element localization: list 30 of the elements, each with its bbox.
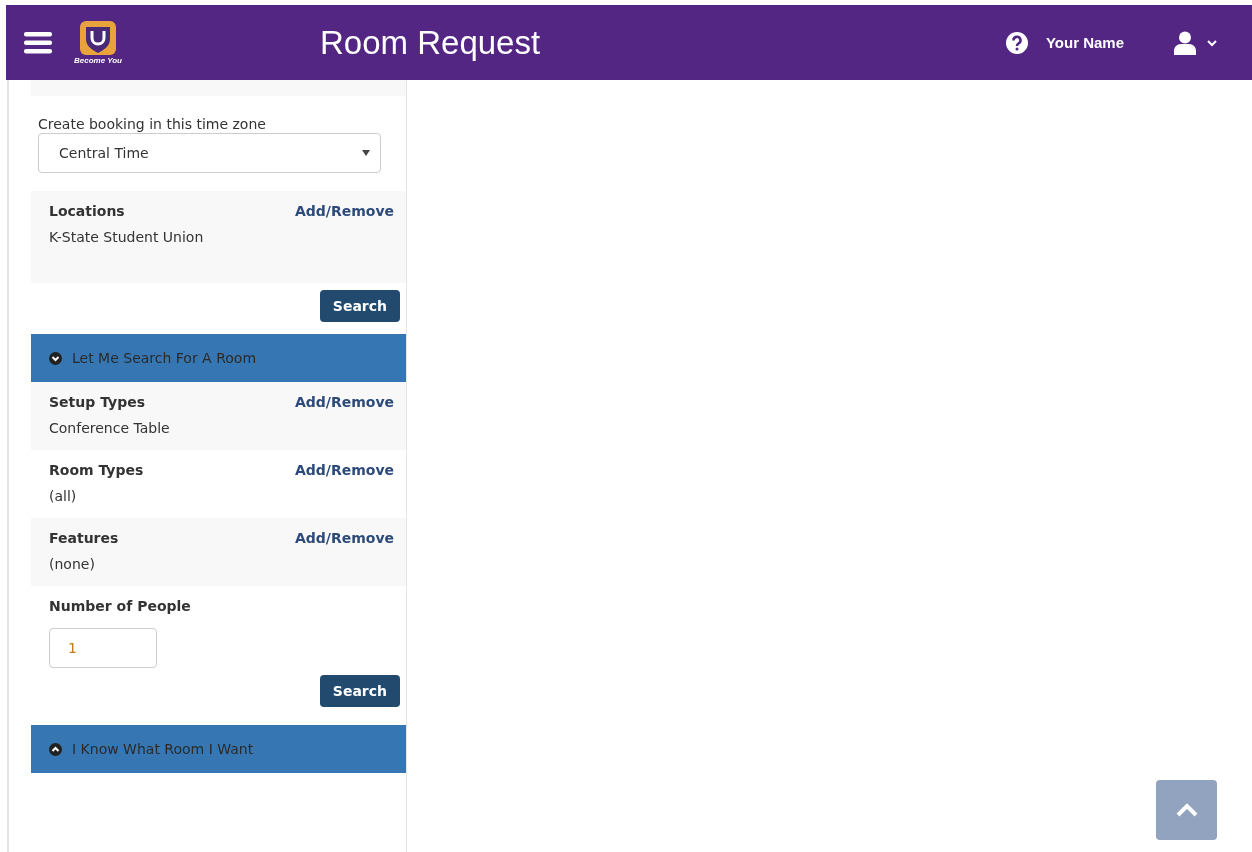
page-title: Room Request <box>320 23 541 62</box>
timezone-label: Create booking in this time zone <box>37 116 267 132</box>
add-remove-link[interactable]: Add/Remove <box>294 394 394 410</box>
logo-icon[interactable] <box>80 20 116 55</box>
caret-icon[interactable] <box>1206 38 1218 47</box>
add-remove-link[interactable]: Add/Remove <box>294 462 394 478</box>
timezone-select[interactable]: Central Time <box>38 133 381 173</box>
dropdown-caret-icon <box>362 150 370 156</box>
menu-icon[interactable] <box>24 31 52 54</box>
criteria-value: Conference Table <box>49 420 171 436</box>
scroll-top-button[interactable] <box>1156 780 1217 840</box>
user-name[interactable]: Your Name <box>1045 34 1124 51</box>
criteria-value: (none) <box>49 556 96 572</box>
chevron-up-icon <box>49 742 62 756</box>
search-button[interactable]: Search <box>319 290 400 322</box>
criteria-label: Locations <box>49 203 125 219</box>
logo-caption: Become You <box>74 55 122 65</box>
user-icon[interactable] <box>1174 30 1196 55</box>
criteria-value: (all) <box>49 488 78 504</box>
chevron-down-icon <box>49 351 62 365</box>
criteria-label: Setup Types <box>49 394 145 410</box>
criteria-label: Room Types <box>49 462 144 478</box>
add-remove-link[interactable]: Add/Remove <box>294 203 394 219</box>
people-label: Number of People <box>49 598 192 614</box>
chevron-up-icon <box>1175 803 1198 817</box>
help-icon[interactable] <box>1005 31 1028 54</box>
criteria-value: K-State Student Union <box>49 229 205 245</box>
search-button[interactable]: Search <box>319 675 400 707</box>
criteria-label: Features <box>49 530 119 546</box>
add-remove-link[interactable]: Add/Remove <box>294 530 394 546</box>
